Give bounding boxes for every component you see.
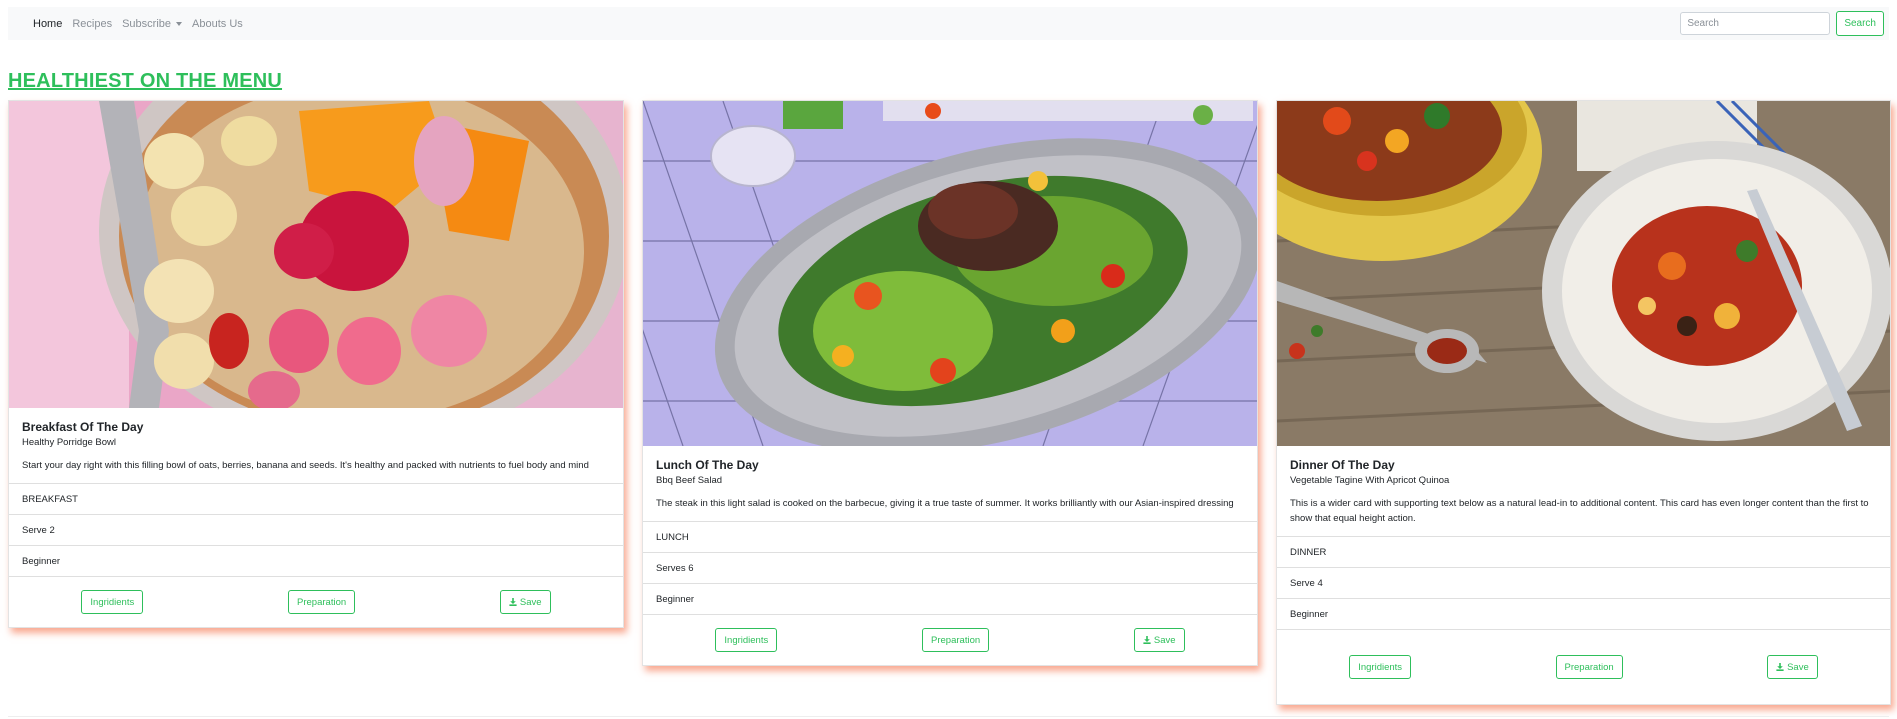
card-subtitle: Bbq Beef Salad bbox=[656, 475, 723, 486]
difficulty: Beginner bbox=[9, 546, 623, 577]
section-heading: HEALTHIEST ON THE MENU bbox=[8, 70, 283, 92]
card-body: Dinner Of The Day Vegetable Tagine With … bbox=[1277, 446, 1890, 532]
preparation-button[interactable]: Preparation bbox=[922, 628, 990, 652]
card-subtitle: Vegetable Tagine With Apricot Quinoa bbox=[1290, 475, 1450, 486]
ingredients-button[interactable]: Ingridients bbox=[715, 628, 778, 652]
caret-down-icon bbox=[176, 21, 183, 26]
nav-about[interactable]: Abouts Us bbox=[192, 18, 243, 30]
card-details-list: BREAKFAST Serve 2 Beginner bbox=[9, 483, 623, 577]
meal-type: DINNER bbox=[1277, 537, 1890, 568]
card-description: The steak in this light salad is cooked … bbox=[656, 498, 1234, 509]
search-button[interactable]: Search bbox=[1836, 11, 1884, 36]
card-title: Dinner Of The Day bbox=[1290, 458, 1395, 472]
search-input[interactable] bbox=[1680, 12, 1831, 35]
card-details-list: DINNER Serve 4 Beginner bbox=[1277, 536, 1890, 630]
card-footer: Ingridients Preparation Save bbox=[643, 615, 1257, 665]
card-title: Breakfast Of The Day bbox=[22, 420, 144, 434]
card-title: Lunch Of The Day bbox=[656, 458, 759, 472]
download-icon bbox=[1776, 663, 1784, 671]
preparation-button[interactable]: Preparation bbox=[288, 590, 356, 614]
card-subtitle: Healthy Porridge Bowl bbox=[22, 437, 116, 448]
save-label: Save bbox=[1153, 634, 1176, 646]
card-image-vegetable-tagine bbox=[1277, 101, 1890, 446]
meal-type: BREAKFAST bbox=[9, 484, 623, 515]
nav-subscribe-dropdown[interactable]: Subscribe bbox=[122, 17, 183, 30]
meal-type: LUNCH bbox=[643, 522, 1257, 553]
card-footer: Ingridients Preparation Save bbox=[1277, 630, 1890, 704]
card-image-porridge-bowl bbox=[9, 101, 623, 408]
save-button[interactable]: Save bbox=[499, 590, 551, 614]
card-body: Breakfast Of The Day Healthy Porridge Bo… bbox=[9, 408, 623, 479]
recipe-card-lunch: Lunch Of The Day Bbq Beef Salad The stea… bbox=[642, 100, 1258, 666]
card-description: This is a wider card with supporting tex… bbox=[1290, 498, 1869, 524]
recipe-card-dinner: Dinner Of The Day Vegetable Tagine With … bbox=[1276, 100, 1891, 705]
bottom-divider bbox=[8, 716, 1889, 717]
card-description: Start your day right with this filling b… bbox=[22, 460, 589, 471]
card-footer: Ingridients Preparation Save bbox=[9, 577, 623, 627]
servings: Serve 4 bbox=[1277, 568, 1890, 599]
ingredients-button[interactable]: Ingridients bbox=[1349, 655, 1412, 679]
download-icon bbox=[1143, 636, 1151, 644]
nav-recipes[interactable]: Recipes bbox=[72, 18, 112, 30]
card-details-list: LUNCH Serves 6 Beginner bbox=[643, 521, 1257, 615]
difficulty: Beginner bbox=[1277, 599, 1890, 630]
download-icon bbox=[509, 598, 517, 606]
nav-home[interactable]: Home bbox=[33, 18, 62, 30]
preparation-button[interactable]: Preparation bbox=[1555, 655, 1623, 679]
card-image-bbq-beef-salad bbox=[643, 101, 1257, 446]
save-label: Save bbox=[1787, 661, 1809, 673]
card-body: Lunch Of The Day Bbq Beef Salad The stea… bbox=[643, 446, 1257, 517]
nav-subscribe-label: Subscribe bbox=[122, 17, 172, 30]
recipe-card-breakfast: Breakfast Of The Day Healthy Porridge Bo… bbox=[8, 100, 624, 628]
navbar: Home Recipes Subscribe Abouts Us Search bbox=[8, 7, 1889, 40]
ingredients-button[interactable]: Ingridients bbox=[81, 590, 144, 614]
difficulty: Beginner bbox=[643, 584, 1257, 615]
search-form: Search bbox=[1680, 11, 1884, 36]
save-button[interactable]: Save bbox=[1133, 628, 1185, 652]
servings: Serve 2 bbox=[9, 515, 623, 546]
save-button[interactable]: Save bbox=[1767, 655, 1818, 679]
save-label: Save bbox=[519, 596, 542, 608]
servings: Serves 6 bbox=[643, 553, 1257, 584]
nav-links: Home Recipes Subscribe Abouts Us bbox=[33, 18, 253, 30]
